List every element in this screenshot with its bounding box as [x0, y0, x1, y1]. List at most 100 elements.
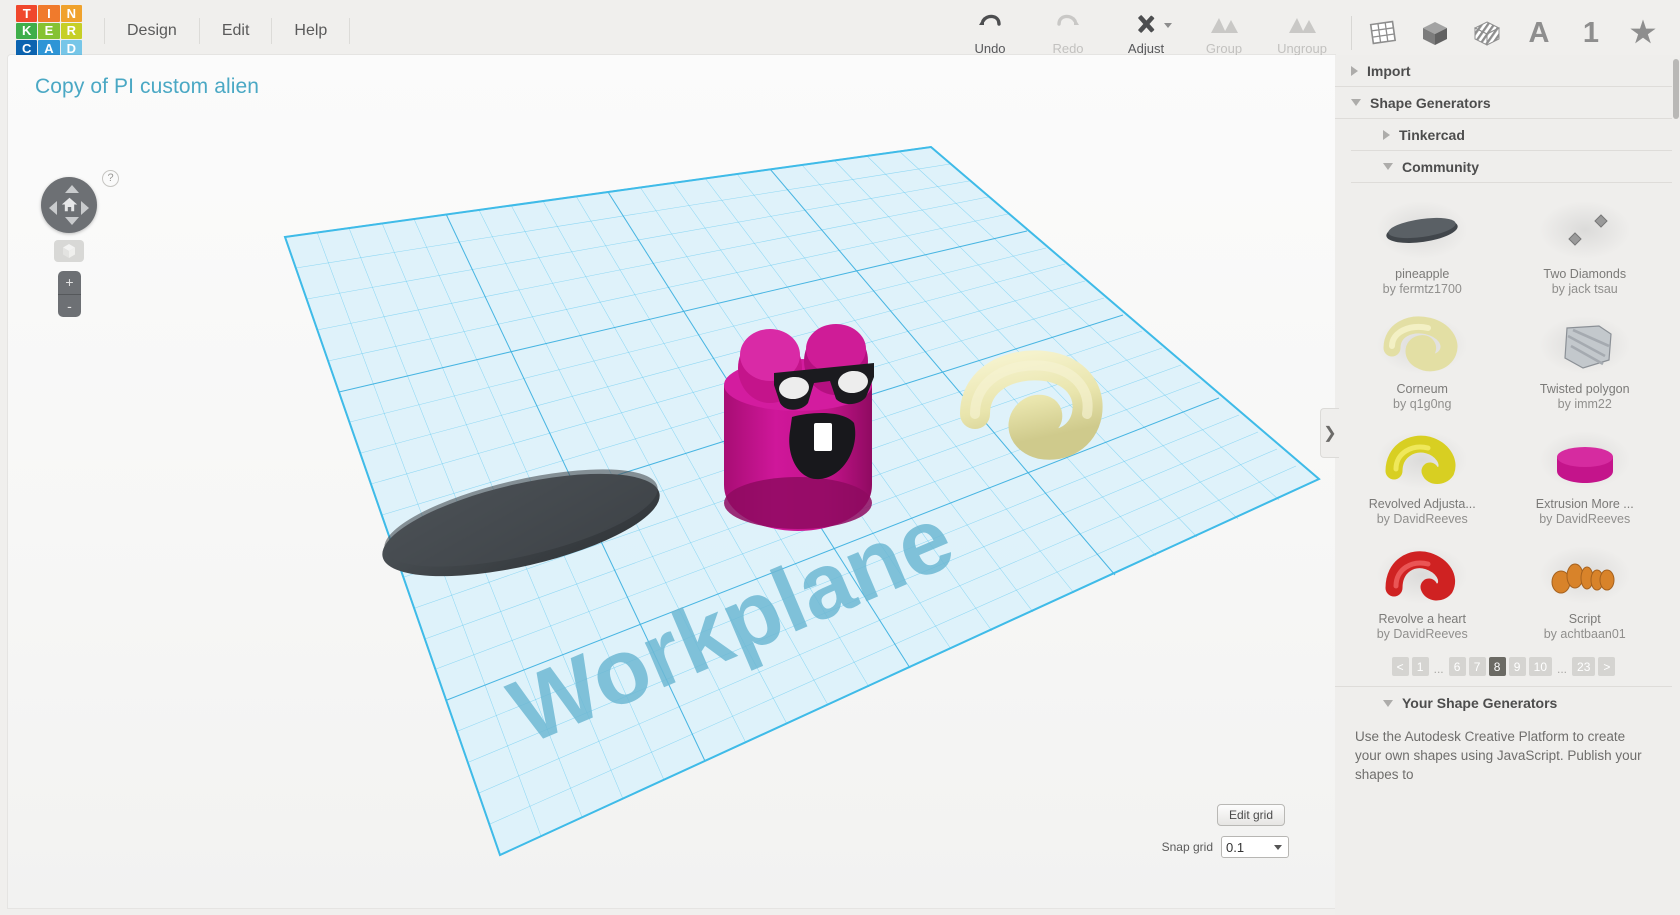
right-side-panel: Import Shape Generators Tinkercad Community…: [1335, 55, 1680, 915]
menu-item-edit[interactable]: Edit: [200, 18, 273, 44]
shape-name: Twisted polygon: [1539, 382, 1630, 396]
shape-pagination: <1... 6 7 8 9 10... 23 >: [1335, 657, 1672, 686]
redo-label: Redo: [1052, 41, 1084, 56]
panel-scrollbar-thumb[interactable]: [1673, 59, 1679, 119]
shape-author: by DavidReeves: [1376, 627, 1468, 641]
snap-grid-select[interactable]: 0.1: [1221, 836, 1289, 858]
top-toolbar: TINKERCAD Design Edit Help Undo Redo Adjust G…: [0, 0, 1680, 62]
snap-grid-controls: Snap grid 0.1: [1162, 836, 1289, 858]
tinkercad-logo[interactable]: TINKERCAD: [16, 5, 82, 57]
page-button-8[interactable]: 8: [1488, 657, 1506, 676]
panel-section-tinkercad[interactable]: Tinkercad: [1351, 119, 1672, 151]
text-icon[interactable]: A: [1522, 16, 1556, 50]
page-next-button[interactable]: >: [1598, 657, 1616, 676]
page-prev-button[interactable]: <: [1391, 657, 1409, 676]
shape-generator-grid: pineapple by fermtz1700 Two Diamonds by jac…: [1335, 183, 1672, 651]
shape-item-corneum[interactable]: Corneum by q1g0ng: [1341, 306, 1504, 421]
hole-cube-icon[interactable]: [1470, 16, 1504, 50]
group-button[interactable]: Group: [1185, 11, 1263, 56]
ungroup-button[interactable]: Ungroup: [1263, 11, 1341, 56]
your-shape-generators-header[interactable]: Your Shape Generators: [1351, 687, 1672, 719]
workplane-icon[interactable]: [1366, 16, 1400, 50]
page-ellipsis: ...: [1557, 662, 1568, 676]
logo-tile-i: I: [38, 5, 60, 22]
panel-section-shape-generators[interactable]: Shape Generators: [1335, 87, 1672, 119]
zoom-in-button[interactable]: +: [58, 271, 81, 295]
shape-author: by imm22: [1557, 397, 1612, 411]
zoom-out-button[interactable]: -: [58, 295, 81, 318]
revolved-shape: [1370, 427, 1475, 493]
panel-collapse-handle[interactable]: ❯: [1320, 408, 1339, 458]
triangle-closed-icon: [1383, 129, 1390, 140]
shape-item-extrusion-more[interactable]: Extrusion More ... by DavidReeves: [1504, 421, 1667, 536]
shape-item-revolved-adjusta[interactable]: Revolved Adjusta... by DavidReeves: [1341, 421, 1504, 536]
shape-item-twisted-polygon[interactable]: Twisted polygon by imm22: [1504, 306, 1667, 421]
shape-name: Corneum: [1396, 382, 1448, 396]
shape-item-script[interactable]: Script by achtbaan01: [1504, 536, 1667, 651]
workplane-3d-scene[interactable]: Workplane: [8, 55, 1335, 908]
panel-section-label: Community: [1402, 158, 1479, 175]
fit-to-view-button[interactable]: [54, 240, 84, 262]
help-badge[interactable]: ?: [102, 170, 119, 187]
undo-label: Undo: [974, 41, 1006, 56]
page-button-10[interactable]: 10: [1528, 657, 1552, 676]
zoom-controls[interactable]: + -: [58, 271, 81, 317]
panel-section-community[interactable]: Community: [1351, 151, 1672, 183]
panel-section-label: Tinkercad: [1399, 126, 1465, 143]
edit-grid-button[interactable]: Edit grid: [1216, 804, 1285, 826]
document-title[interactable]: Copy of PI custom alien: [35, 75, 259, 99]
triangle-open-icon: [1383, 699, 1393, 707]
view-navigation-control[interactable]: [41, 177, 97, 233]
undo-button[interactable]: Undo: [951, 11, 1029, 56]
ungroup-label: Ungroup: [1277, 41, 1327, 56]
shape-item-two-diamonds[interactable]: Two Diamonds by jack tsau: [1504, 191, 1667, 306]
caret-down-icon[interactable]: [1164, 23, 1172, 28]
page-button-9[interactable]: 9: [1508, 657, 1526, 676]
text-icon-glyph: A: [1528, 16, 1550, 49]
page-button-1[interactable]: 1: [1411, 657, 1429, 676]
redo-button[interactable]: Redo: [1029, 11, 1107, 56]
nav-down-arrow-icon[interactable]: [65, 217, 79, 225]
page-button-7[interactable]: 7: [1468, 657, 1486, 676]
shape-author: by DavidReeves: [1376, 512, 1468, 526]
edit-tools: Undo Redo Adjust Group Ungroup: [951, 0, 1341, 62]
nav-right-arrow-icon[interactable]: [81, 201, 89, 215]
adjust-icon: [1133, 11, 1159, 37]
adjust-label: Adjust: [1127, 41, 1165, 56]
logo-tile-k: K: [16, 22, 38, 40]
shape-item-revolve-a-heart[interactable]: Revolve a heart by DavidReeves: [1341, 536, 1504, 651]
solid-cube-icon[interactable]: [1418, 16, 1452, 50]
scene-svg: Workplane: [283, 145, 1321, 857]
page-button-23[interactable]: 23: [1572, 657, 1596, 676]
nav-left-arrow-icon[interactable]: [49, 201, 57, 215]
number-icon[interactable]: 1: [1574, 16, 1608, 50]
shape-name: Script: [1568, 612, 1601, 626]
your-shape-generators-section: Your Shape Generators Use the Autodesk C…: [1335, 686, 1672, 784]
favorites-icon[interactable]: ★: [1626, 16, 1660, 50]
snap-grid-value: 0.1: [1226, 839, 1245, 855]
nav-up-arrow-icon[interactable]: [65, 185, 79, 193]
diamonds-shape: [1532, 197, 1637, 263]
snap-grid-label: Snap grid: [1161, 840, 1213, 854]
your-shape-generators-body: Use the Autodesk Creative Platform to cr…: [1355, 729, 1642, 782]
shape-item-pineapple[interactable]: pineapple by fermtz1700: [1341, 191, 1504, 306]
shape-author: by achtbaan01: [1543, 627, 1626, 641]
group-label: Group: [1205, 41, 1243, 56]
panel-section-label: Shape Generators: [1370, 94, 1491, 111]
workspace-canvas[interactable]: Workplane Copy of PI custom alien ? + - …: [8, 55, 1335, 908]
panel-section-import[interactable]: Import: [1335, 55, 1672, 87]
page-ellipsis: ...: [1433, 662, 1444, 676]
shape-name: Two Diamonds: [1543, 267, 1627, 281]
page-button-6[interactable]: 6: [1448, 657, 1466, 676]
panel-content: Import Shape Generators Tinkercad Community…: [1335, 55, 1672, 915]
triangle-open-icon: [1383, 163, 1393, 170]
home-view-icon[interactable]: [61, 196, 78, 213]
number-icon-glyph: 1: [1582, 16, 1600, 49]
menu-item-help[interactable]: Help: [272, 18, 351, 44]
adjust-button[interactable]: Adjust: [1107, 11, 1185, 56]
menu-item-design[interactable]: Design: [104, 18, 200, 44]
chevron-down-icon: [1274, 845, 1282, 850]
panel-scrollbar-track[interactable]: [1672, 55, 1680, 915]
logo-tile-e: E: [38, 22, 60, 40]
tinkercad-app: TINKERCAD Design Edit Help Undo Redo Adjust G…: [0, 0, 1680, 915]
